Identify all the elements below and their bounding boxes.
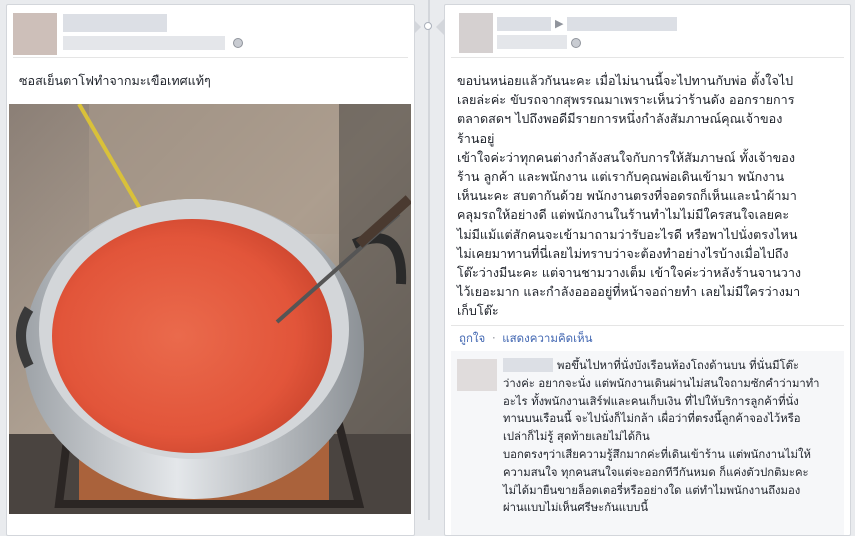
globe-icon bbox=[571, 38, 581, 48]
left-post-caption: ซอสเย็นตาโฟทำจากมะเขือเทศแท้ๆ bbox=[19, 73, 211, 88]
sauce-pot-illustration bbox=[9, 104, 411, 514]
comment-section: พอขึ้นไปหาที่นั่งบังเรือนห้องโถงด้านบน ท… bbox=[451, 351, 844, 535]
right-post-body: ขอบ่นหน่อยแล้วกันนะคะ เมื่อไม่นานนี้จะไป… bbox=[457, 73, 802, 319]
left-post-avatar[interactable] bbox=[13, 13, 57, 55]
comment-body: พอขึ้นไปหาที่นั่งบังเรือนห้องโถงด้านบน ท… bbox=[503, 359, 820, 515]
comment-avatar[interactable] bbox=[457, 359, 497, 391]
timeline-dot bbox=[424, 22, 432, 30]
comment-link[interactable]: แสดงความคิดเห็น bbox=[502, 331, 592, 345]
right-post-card: ▶ ขอบ่นหน่อยแล้วกันนะคะ เมื่อไม่นานนี้จะ… bbox=[444, 4, 851, 536]
timeline-spine bbox=[428, 0, 430, 520]
like-link[interactable]: ถูกใจ bbox=[459, 331, 485, 345]
divider bbox=[451, 57, 844, 58]
right-post-timestamp[interactable] bbox=[497, 35, 567, 49]
divider bbox=[13, 57, 408, 58]
right-post-avatar[interactable] bbox=[459, 13, 493, 53]
divider bbox=[451, 325, 844, 326]
left-post-timestamp[interactable] bbox=[63, 36, 225, 50]
left-post-card: ซอสเย็นตาโฟทำจากมะเขือเทศแท้ๆ bbox=[6, 4, 415, 536]
globe-icon bbox=[233, 38, 243, 48]
post-actions: ถูกใจ · แสดงความคิดเห็น bbox=[459, 330, 593, 348]
right-post-author-name[interactable] bbox=[497, 17, 551, 31]
sauce-pot-photo[interactable] bbox=[9, 104, 411, 514]
separator-dot: · bbox=[491, 331, 496, 345]
left-post-author-name[interactable] bbox=[63, 14, 167, 32]
right-post-target-name[interactable] bbox=[567, 17, 677, 31]
chevron-right-icon: ▶ bbox=[555, 17, 564, 30]
timeline-pointer-right bbox=[436, 19, 444, 35]
